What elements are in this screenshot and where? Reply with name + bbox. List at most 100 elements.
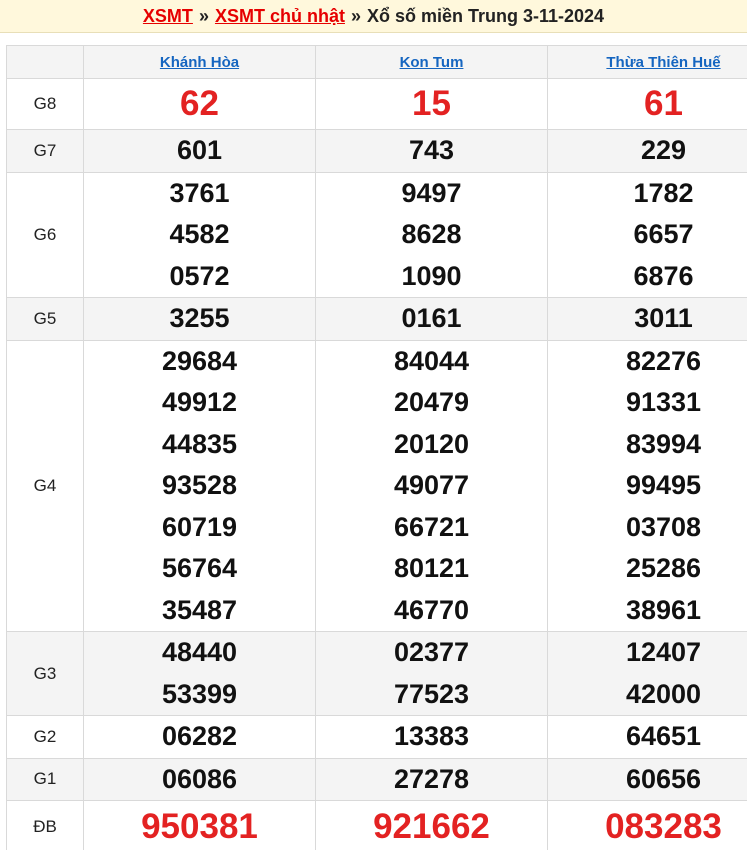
- prize-cell: 3255: [83, 297, 316, 341]
- prize-cell: 743: [315, 129, 548, 173]
- prize-label: G8: [6, 78, 84, 130]
- prize-label: G6: [6, 171, 84, 298]
- prize-cell: 229: [547, 129, 747, 173]
- prize-number: 13383: [393, 721, 470, 751]
- prize-cell: 62: [83, 78, 316, 130]
- prize-number: 48440: [161, 637, 238, 667]
- prize-number: 743: [408, 135, 455, 165]
- province-header: Thừa Thiên Huế: [547, 45, 747, 79]
- prize-number: 25286: [625, 553, 702, 583]
- prize-number: 9497: [401, 177, 462, 208]
- results-table-wrapper: Khánh Hòa Kon Tum Thừa Thiên Huế G8 62 15 6…: [0, 45, 747, 850]
- prize-cell: 3761 4582 0572: [83, 171, 316, 298]
- prize-number: 3761: [169, 177, 230, 208]
- prize-cell: 13383: [315, 715, 548, 759]
- prize-cell: 27278: [315, 757, 548, 801]
- prize-row-g2: G2 06282 13383 64651: [6, 715, 747, 759]
- prize-number: 6876: [633, 260, 694, 291]
- breadcrumb-separator: »: [350, 5, 361, 26]
- prize-number: 49912: [161, 387, 238, 417]
- prize-number: 083283: [605, 807, 722, 846]
- results-table: Khánh Hòa Kon Tum Thừa Thiên Huế G8 62 15 6…: [6, 45, 747, 850]
- province-link-kon-tum[interactable]: Kon Tum: [400, 54, 464, 71]
- prize-number: 3011: [634, 303, 693, 333]
- prize-number: 0161: [401, 303, 462, 333]
- prize-row-g5: G5 3255 0161 3011: [6, 297, 747, 341]
- prize-cell: 61: [547, 78, 747, 130]
- prize-number: 03708: [625, 511, 702, 542]
- prize-cell: 06282: [83, 715, 316, 759]
- prize-cell: 601: [83, 129, 316, 173]
- prize-cell: 82276 91331 83994 99495 03708 25286 38961: [547, 339, 747, 632]
- prize-number: 12407: [625, 637, 702, 667]
- prize-number: 20120: [393, 428, 470, 459]
- province-header: Khánh Hòa: [83, 45, 316, 79]
- prize-cell: 84044 20479 20120 49077 66721 80121 46770: [315, 339, 548, 632]
- xsmt-sunday-link[interactable]: XSMT chủ nhật: [215, 6, 345, 27]
- prize-cell: 02377 77523: [315, 631, 548, 716]
- prize-label: G1: [6, 757, 84, 801]
- prize-number: 20479: [393, 387, 470, 417]
- prize-cell: 12407 42000: [547, 631, 747, 716]
- prize-row-đb: ĐB 950381 921662 083283: [6, 800, 747, 850]
- prize-number: 60656: [625, 763, 702, 794]
- prize-number: 60719: [161, 511, 238, 542]
- prize-number: 950381: [141, 807, 258, 846]
- prize-number: 15: [412, 84, 451, 123]
- prize-number: 8628: [401, 219, 462, 249]
- prize-table-body: G8 62 15 61 G7 601 743 229 G6 3761 4582 0572 9497 862…: [6, 78, 747, 850]
- prize-label: G4: [6, 339, 84, 632]
- prize-cell: 15: [315, 78, 548, 130]
- prize-number: 601: [176, 135, 223, 165]
- prize-number: 99495: [625, 470, 702, 500]
- prize-number: 62: [180, 84, 219, 123]
- breadcrumb-header: XSMT » XSMT chủ nhật » Xổ số miền Trung …: [0, 0, 747, 33]
- prize-number: 53399: [161, 678, 238, 709]
- prize-number: 06086: [161, 763, 238, 794]
- prize-row-g4: G4 29684 49912 44835 93528 60719 56764 35487 840…: [6, 339, 747, 632]
- prize-row-g1: G1 06086 27278 60656: [6, 757, 747, 801]
- prize-number: 77523: [393, 678, 470, 709]
- prize-row-g6: G6 3761 4582 0572 9497 8628 1090 1782 6657 6876: [6, 171, 747, 298]
- prize-number: 02377: [393, 637, 470, 667]
- prize-cell: 950381: [83, 800, 316, 850]
- prize-number: 38961: [625, 594, 702, 625]
- prize-number: 921662: [373, 807, 490, 846]
- prize-number: 46770: [393, 594, 470, 625]
- prize-number: 82276: [625, 345, 702, 376]
- prize-number: 4582: [169, 219, 230, 249]
- prize-number: 229: [640, 135, 687, 165]
- prize-row-g7: G7 601 743 229: [6, 129, 747, 173]
- xsmt-link[interactable]: XSMT: [143, 6, 193, 27]
- prize-cell: 64651: [547, 715, 747, 759]
- prize-cell: 1782 6657 6876: [547, 171, 747, 298]
- province-link-thua-thien-hue[interactable]: Thừa Thiên Huế: [606, 54, 720, 71]
- prize-number: 49077: [393, 470, 470, 500]
- prize-number: 44835: [161, 428, 238, 459]
- province-link-khanh-hoa[interactable]: Khánh Hòa: [160, 54, 239, 71]
- corner-cell: [6, 45, 84, 79]
- prize-number: 80121: [393, 553, 470, 583]
- prize-number: 83994: [625, 428, 702, 459]
- table-header-row: Khánh Hòa Kon Tum Thừa Thiên Huế: [6, 45, 747, 79]
- prize-row-g3: G3 48440 53399 02377 77523 12407 42000: [6, 631, 747, 716]
- prize-number: 0572: [169, 260, 230, 291]
- prize-label: G7: [6, 129, 84, 173]
- prize-number: 42000: [625, 678, 702, 709]
- prize-row-g8: G8 62 15 61: [6, 78, 747, 130]
- prize-number: 35487: [161, 594, 238, 625]
- prize-number: 61: [644, 84, 683, 123]
- prize-number: 91331: [625, 387, 702, 417]
- prize-number: 1090: [401, 260, 462, 291]
- prize-number: 93528: [161, 470, 238, 500]
- prize-cell: 06086: [83, 757, 316, 801]
- prize-cell: 60656: [547, 757, 747, 801]
- prize-cell: 29684 49912 44835 93528 60719 56764 35487: [83, 339, 316, 632]
- prize-number: 06282: [161, 721, 238, 751]
- prize-cell: 3011: [547, 297, 747, 341]
- prize-number: 29684: [161, 345, 238, 376]
- prize-cell: 083283: [547, 800, 747, 850]
- prize-cell: 921662: [315, 800, 548, 850]
- prize-cell: 0161: [315, 297, 548, 341]
- prize-number: 1782: [633, 177, 694, 208]
